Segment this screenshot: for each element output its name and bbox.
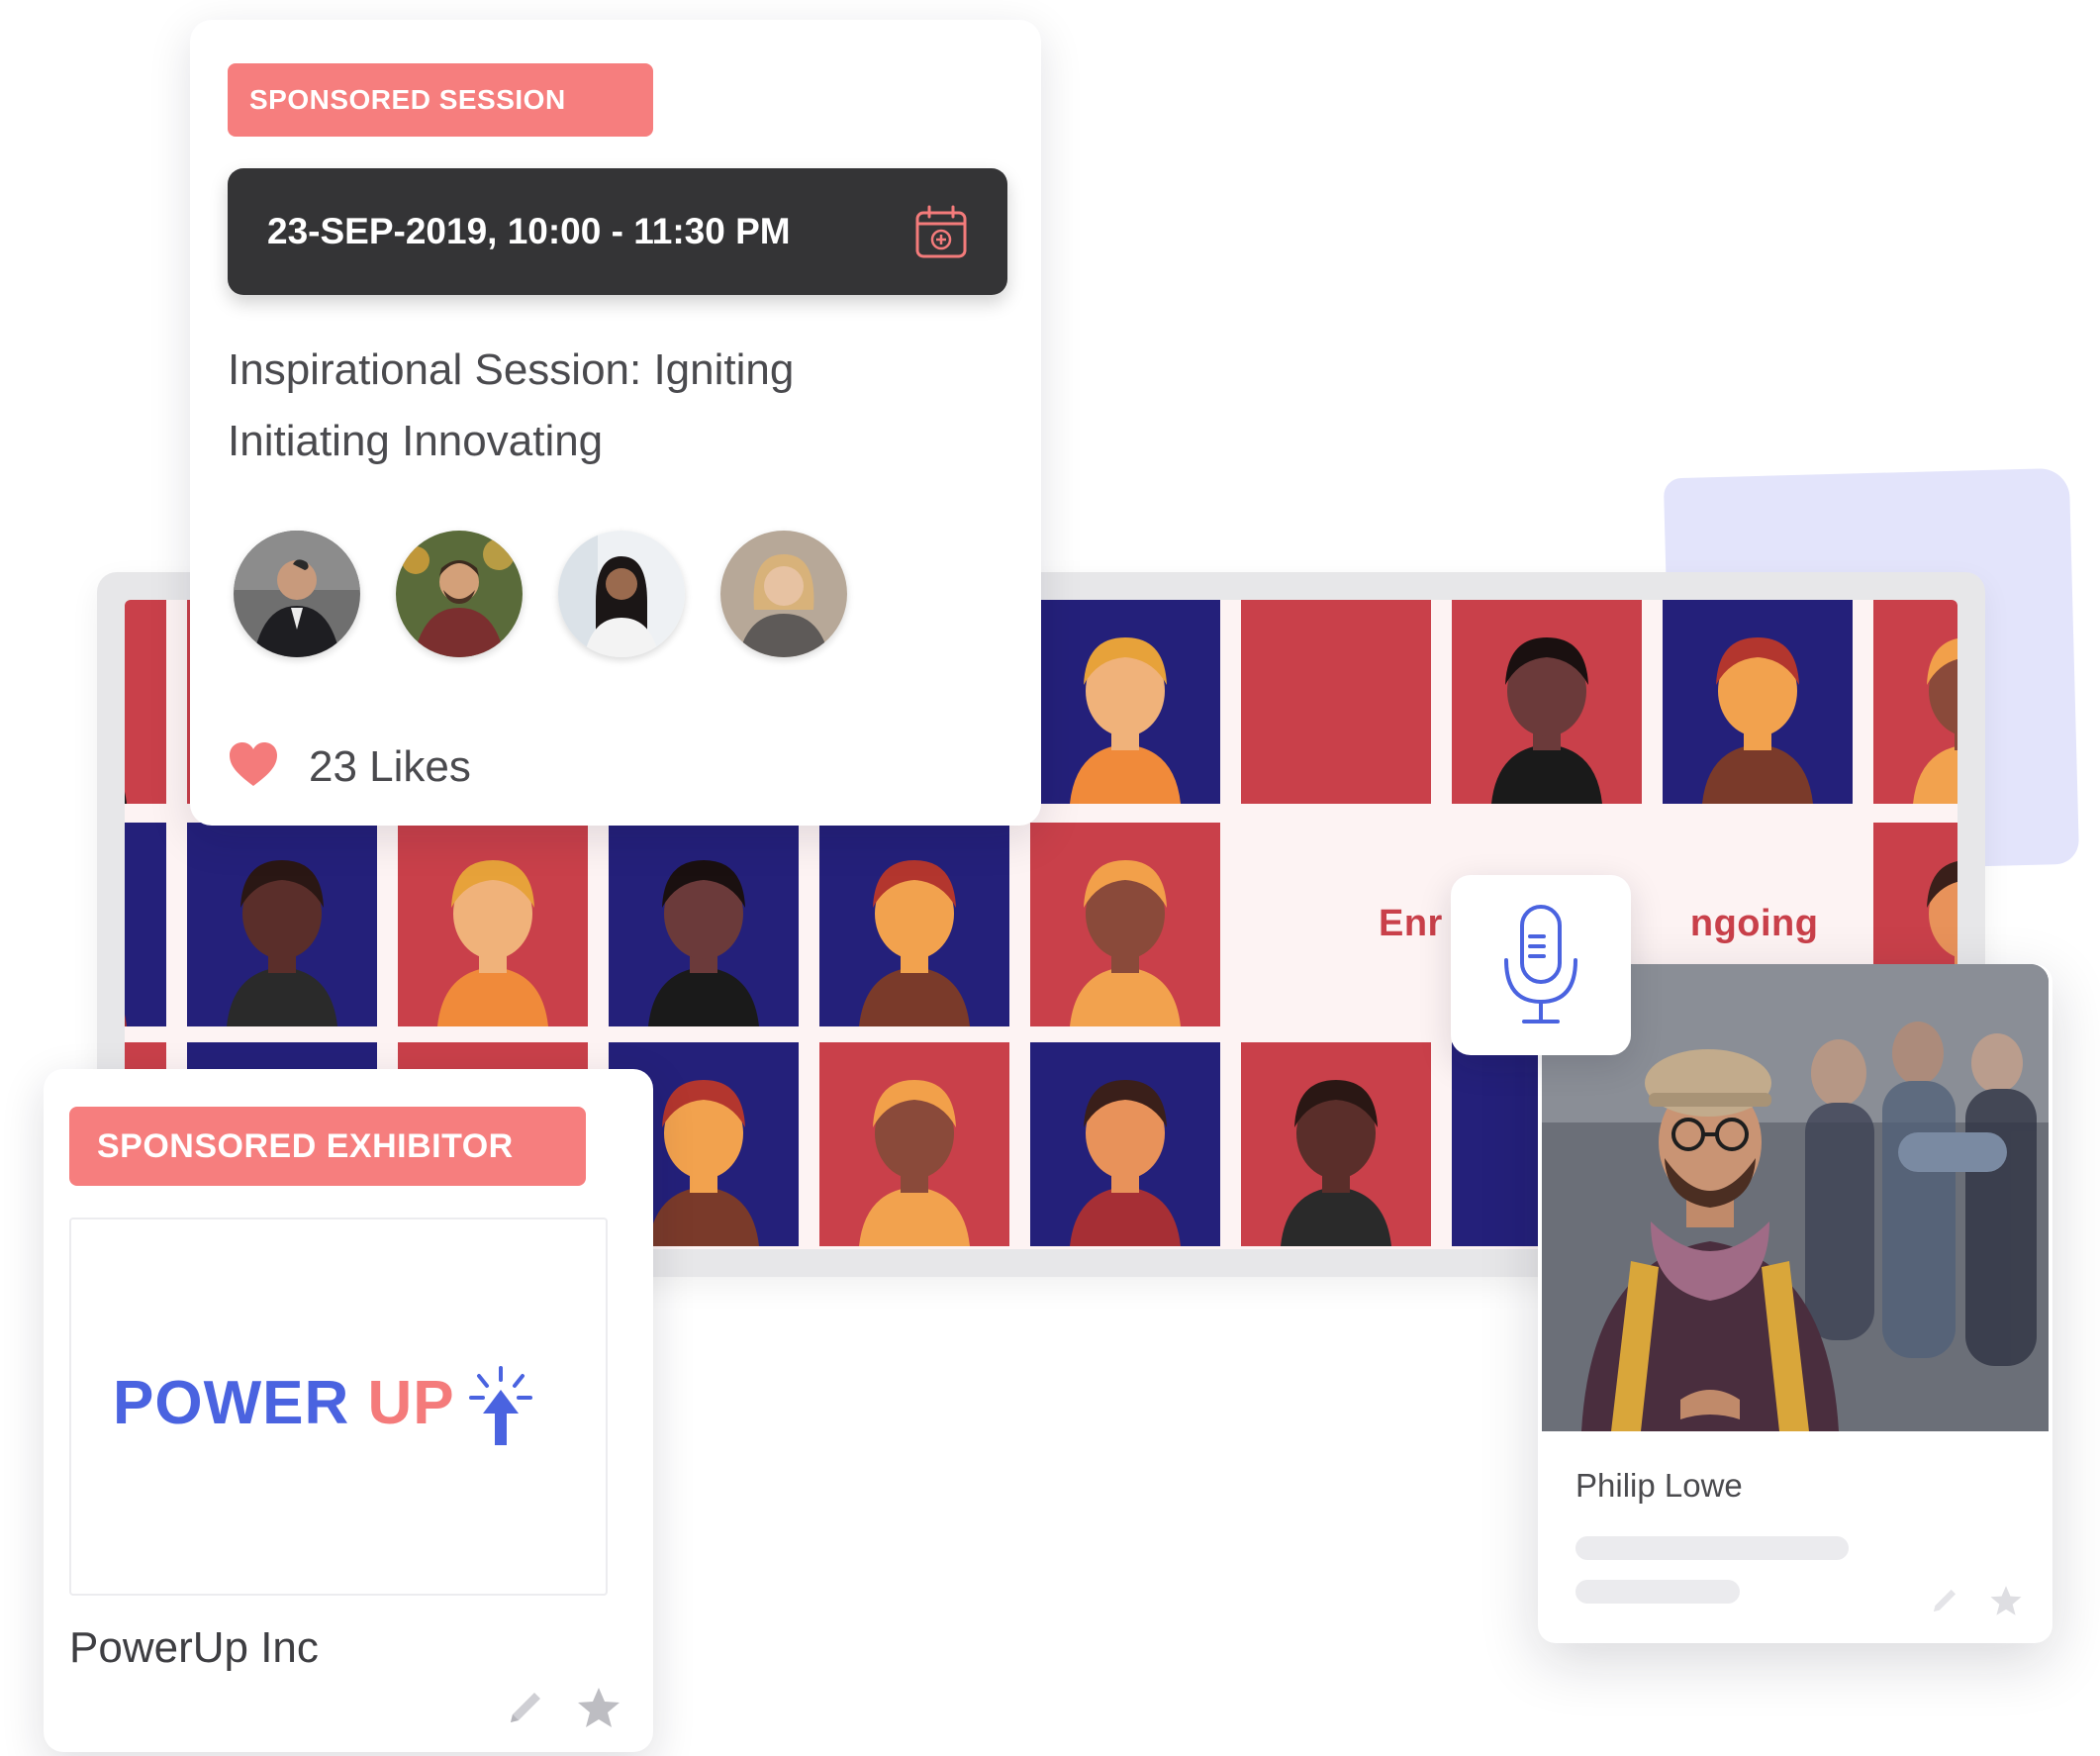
attendee-tile[interactable] [398, 823, 588, 1026]
attendee-tile[interactable] [1452, 600, 1642, 804]
attendee-card[interactable]: Philip Lowe [1538, 964, 2052, 1643]
attendee-name[interactable]: Philip Lowe [1575, 1467, 1743, 1505]
microphone-tile[interactable] [1451, 875, 1631, 1055]
session-datetime: 23-SEP-2019, 10:00 - 11:30 PM [267, 211, 791, 251]
sponsored-session-card[interactable]: SPONSORED SESSION 23-SEP-2019, 10:00 - 1… [190, 20, 1041, 826]
cursor-click-icon [469, 1366, 532, 1445]
attendee-tile[interactable] [609, 823, 799, 1026]
placeholder-line [1575, 1536, 1849, 1560]
heart-icon[interactable] [228, 740, 279, 790]
attendee-tile[interactable] [1663, 600, 1853, 804]
calendar-add-icon[interactable] [912, 204, 970, 261]
attendee-tile[interactable] [125, 600, 166, 804]
sponsored-exhibitor-card[interactable]: SPONSORED EXHIBITOR POWER UP PowerUp Inc [44, 1069, 653, 1752]
exhibitor-card-actions [503, 1679, 631, 1734]
sponsored-exhibitor-badge: SPONSORED EXHIBITOR [69, 1107, 586, 1186]
enrollment-text-right: ngoing [1689, 903, 1819, 944]
placeholder-line [1575, 1580, 1740, 1604]
pencil-icon[interactable] [503, 1685, 548, 1730]
session-title[interactable]: Inspirational Session: Igniting Initiati… [228, 335, 980, 477]
star-icon[interactable] [576, 1685, 621, 1730]
attendee-tile[interactable] [1873, 600, 1957, 804]
attendee-card-actions [1928, 1582, 2027, 1621]
likes-count: 23 Likes [309, 742, 471, 791]
star-icon[interactable] [1989, 1584, 2023, 1617]
attendee-tile[interactable] [1030, 600, 1220, 804]
enrollment-text-left: Enr [1379, 903, 1443, 944]
attendee-tile[interactable] [1241, 600, 1431, 804]
speaker-avatar[interactable] [234, 531, 360, 657]
logo-text-up: UP [367, 1369, 455, 1437]
exhibitor-name[interactable]: PowerUp Inc [69, 1623, 319, 1673]
session-datetime-bar: 23-SEP-2019, 10:00 - 11:30 PM [228, 168, 1007, 295]
microphone-icon [1504, 905, 1577, 1024]
sponsored-session-badge: SPONSORED SESSION [228, 63, 653, 137]
speaker-avatar[interactable] [720, 531, 847, 657]
attendee-tile[interactable] [125, 823, 166, 1026]
session-title-line1: Inspirational Session: Igniting [228, 345, 795, 394]
logo-text-power: POWER [113, 1369, 350, 1437]
speaker-avatar[interactable] [558, 531, 685, 657]
exhibitor-logo-box[interactable]: POWER UP [69, 1218, 608, 1596]
speaker-avatar[interactable] [396, 531, 523, 657]
attendee-tile[interactable] [1030, 823, 1220, 1026]
powerup-logo: POWER UP [113, 1368, 455, 1438]
pencil-icon[interactable] [1928, 1584, 1961, 1617]
session-title-line2: Initiating Innovating [228, 417, 604, 465]
attendee-tile[interactable] [819, 823, 1009, 1026]
attendee-tile[interactable] [1030, 1042, 1220, 1246]
attendee-tile[interactable] [187, 823, 377, 1026]
attendee-tile[interactable] [819, 1042, 1009, 1246]
attendee-tile[interactable] [1241, 1042, 1431, 1246]
